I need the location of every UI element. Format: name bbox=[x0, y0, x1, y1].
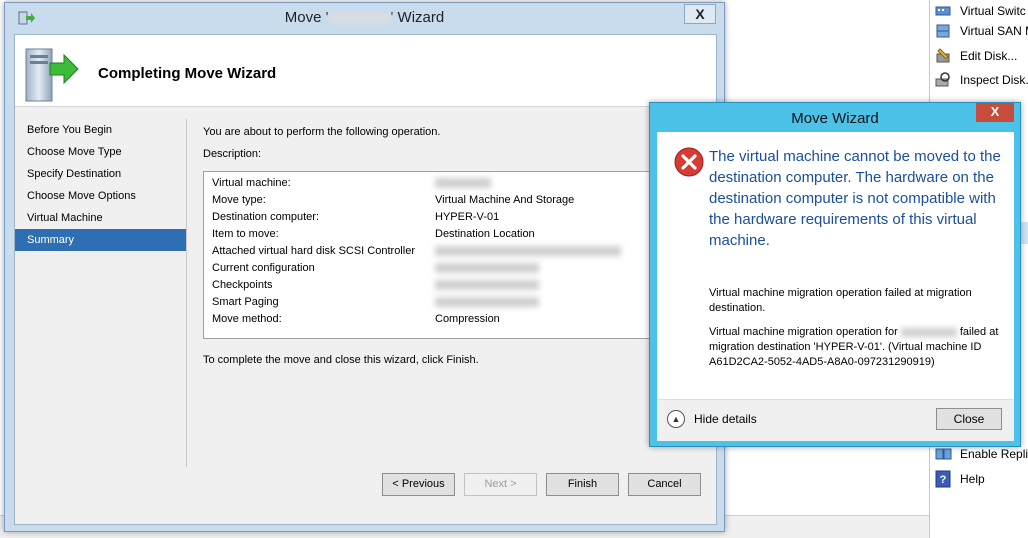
description-row: Item to move: Destination Location bbox=[212, 226, 664, 243]
redacted-vm-name bbox=[328, 12, 391, 25]
action-virtual-san[interactable]: Virtual SAN M bbox=[934, 20, 1028, 42]
hide-details-toggle[interactable]: ▲ Hide details bbox=[667, 410, 757, 428]
help-icon: ? bbox=[935, 470, 951, 488]
error-dialog: Move Wizard X The virtual machine cannot… bbox=[649, 102, 1021, 447]
inspect-disk-icon bbox=[935, 72, 950, 87]
error-dialog-title: Move Wizard bbox=[791, 110, 879, 127]
step-choose-move-options[interactable]: Choose Move Options bbox=[15, 185, 187, 207]
redacted-vm-name bbox=[900, 327, 957, 337]
row-value: HYPER-V-01 bbox=[435, 211, 500, 223]
error-dialog-footer: ▲ Hide details Close bbox=[657, 399, 1014, 441]
action-label: Virtual Switc bbox=[960, 4, 1026, 18]
error-dialog-body: The virtual machine cannot be moved to t… bbox=[657, 132, 1014, 441]
description-row: Smart Paging bbox=[212, 294, 664, 311]
row-key: Item to move: bbox=[212, 228, 279, 240]
error-detail-1: Virtual machine migration operation fail… bbox=[709, 287, 972, 314]
description-label: Description: bbox=[203, 148, 262, 160]
description-row: Attached virtual hard disk SCSI Controll… bbox=[212, 243, 664, 260]
wizard-header-title: Completing Move Wizard bbox=[98, 65, 277, 82]
switch-icon bbox=[935, 6, 951, 16]
row-key: Smart Paging bbox=[212, 296, 279, 308]
row-key: Attached virtual hard disk SCSI Controll… bbox=[212, 245, 415, 257]
action-virtual-switch[interactable]: Virtual Switc bbox=[934, 0, 1026, 22]
step-summary[interactable]: Summary bbox=[15, 229, 187, 251]
redacted-value bbox=[435, 263, 539, 274]
close-button[interactable]: Close bbox=[936, 408, 1002, 430]
summary-intro: You are about to perform the following o… bbox=[203, 126, 441, 138]
action-label: Edit Disk... bbox=[960, 49, 1018, 63]
row-value: Destination Location bbox=[435, 228, 535, 240]
description-row: Checkpoints bbox=[212, 277, 664, 294]
replication-icon bbox=[935, 448, 952, 460]
error-detail-2-prefix: Virtual machine migration operation for bbox=[709, 326, 898, 338]
wizard-title: Move ' ' Wizard bbox=[284, 9, 445, 26]
error-detail-2: Virtual machine migration operation for … bbox=[709, 325, 1005, 370]
action-label: Help bbox=[960, 472, 985, 486]
finish-button[interactable]: Finish bbox=[546, 473, 619, 496]
wizard-client-area: Completing Move Wizard Before You Begin … bbox=[14, 34, 717, 525]
description-row: Destination computer: HYPER-V-01 bbox=[212, 209, 664, 226]
description-row: Current configuration bbox=[212, 260, 664, 277]
row-key: Destination computer: bbox=[212, 211, 319, 223]
row-value bbox=[435, 243, 664, 260]
finish-note: To complete the move and close this wiza… bbox=[203, 354, 479, 366]
wizard-steps: Before You Begin Choose Move Type Specif… bbox=[15, 119, 187, 251]
error-dialog-close-button[interactable]: X bbox=[976, 103, 1014, 122]
row-key: Checkpoints bbox=[212, 279, 273, 291]
previous-button[interactable]: < Previous bbox=[382, 473, 455, 496]
next-button[interactable]: Next > bbox=[464, 473, 537, 496]
row-value bbox=[435, 294, 664, 311]
summary-content: You are about to perform the following o… bbox=[203, 119, 718, 366]
row-value bbox=[435, 260, 664, 277]
server-move-icon bbox=[25, 48, 79, 102]
chevron-up-icon: ▲ bbox=[667, 410, 685, 428]
wizard-titlebar[interactable]: Move ' ' Wizard X bbox=[5, 3, 724, 33]
action-edit-disk[interactable]: Edit Disk... bbox=[934, 45, 1017, 67]
wizard-header: Completing Move Wizard bbox=[15, 35, 716, 107]
action-label: Enable Replic bbox=[960, 447, 1028, 461]
move-wizard-window: Move ' ' Wizard X Completing Move Wizard … bbox=[4, 2, 725, 532]
redacted-value bbox=[435, 246, 621, 257]
cancel-button[interactable]: Cancel bbox=[628, 473, 701, 496]
row-value: Compression bbox=[435, 313, 500, 325]
step-virtual-machine[interactable]: Virtual Machine bbox=[15, 207, 187, 229]
description-row: Move type: Virtual Machine And Storage bbox=[212, 192, 664, 209]
wizard-close-button[interactable]: X bbox=[684, 4, 716, 24]
step-before-you-begin[interactable]: Before You Begin bbox=[15, 119, 187, 141]
svg-text:?: ? bbox=[940, 474, 947, 486]
row-value: Virtual Machine And Storage bbox=[435, 194, 575, 206]
wizard-button-bar: < Previous Next > Finish Cancel bbox=[15, 465, 716, 524]
san-icon bbox=[936, 24, 950, 38]
description-row: Virtual machine: bbox=[212, 175, 664, 192]
error-main-message: The virtual machine cannot be moved to t… bbox=[709, 148, 1001, 249]
action-inspect-disk[interactable]: Inspect Disk... bbox=[934, 69, 1028, 91]
edit-disk-icon bbox=[936, 48, 950, 63]
description-row: Move method: Compression bbox=[212, 311, 664, 328]
action-label: Virtual SAN M bbox=[960, 24, 1028, 38]
step-choose-move-type[interactable]: Choose Move Type bbox=[15, 141, 187, 163]
row-value bbox=[435, 175, 664, 192]
wizard-divider bbox=[186, 119, 187, 467]
action-help[interactable]: ? Help bbox=[934, 468, 985, 490]
step-specify-destination[interactable]: Specify Destination bbox=[15, 163, 187, 185]
action-label: Inspect Disk... bbox=[960, 73, 1028, 87]
redacted-value bbox=[435, 178, 491, 189]
error-icon bbox=[674, 147, 704, 177]
row-key: Current configuration bbox=[212, 262, 315, 274]
description-box[interactable]: Virtual machine: Move type: Virtual Machi… bbox=[203, 171, 673, 339]
row-key: Move method: bbox=[212, 313, 282, 325]
redacted-value bbox=[435, 280, 539, 291]
row-key: Virtual machine: bbox=[212, 177, 291, 189]
row-value bbox=[435, 277, 664, 294]
row-key: Move type: bbox=[212, 194, 266, 206]
redacted-value bbox=[435, 297, 539, 308]
hide-details-label: Hide details bbox=[694, 412, 757, 426]
